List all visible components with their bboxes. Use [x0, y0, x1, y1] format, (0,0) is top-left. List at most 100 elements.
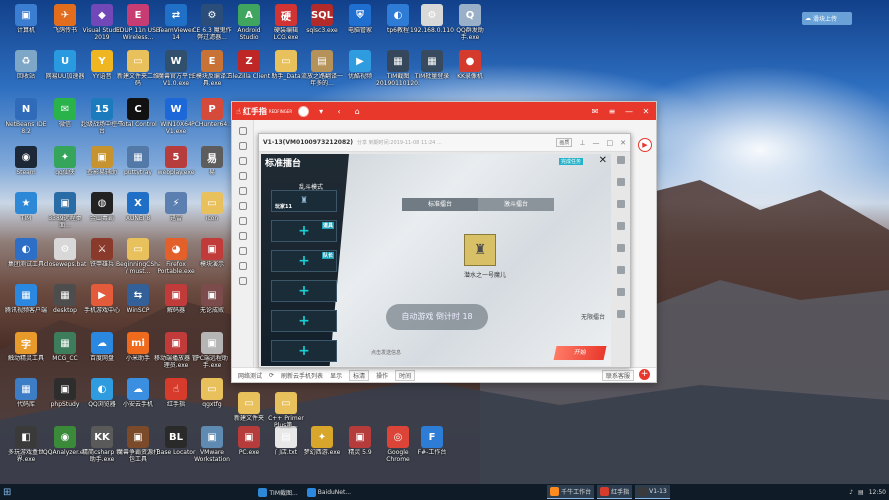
start-icon[interactable]: ⊞	[3, 487, 11, 498]
plus-icon: +	[298, 343, 310, 359]
signal-icon[interactable]	[617, 156, 625, 164]
taskbar-item[interactable]: BaiduNet...	[304, 485, 354, 499]
home-icon[interactable]: ⌂	[351, 107, 363, 116]
taskbar-item[interactable]: 千牛工作台	[547, 485, 595, 499]
chevron-down-icon[interactable]: ▾	[315, 107, 327, 116]
taskbar-item[interactable]: TIM截图...	[255, 485, 300, 499]
settings-icon[interactable]	[238, 247, 247, 255]
upload-icon[interactable]	[238, 217, 247, 225]
desktop-icon[interactable]: F F#-工作台	[410, 426, 454, 466]
gear-icon[interactable]	[238, 157, 247, 165]
taskbar-item[interactable]: V1-13	[635, 485, 670, 499]
team-slot-5[interactable]: +	[271, 310, 337, 332]
timer-value[interactable]: 时间	[395, 369, 416, 381]
desktop-icon[interactable]: 易易	[190, 146, 234, 186]
minimize-icon[interactable]: —	[623, 107, 635, 116]
cart-icon[interactable]	[238, 202, 247, 210]
desktop-icon[interactable]: P PCHunter64...	[190, 98, 234, 138]
hongshouzhi-icon: ☝	[165, 378, 187, 400]
qq-upload-card[interactable]: ☁ 滑块上传	[802, 12, 852, 25]
minimize-icon[interactable]: —	[593, 139, 600, 147]
app-icon	[550, 487, 560, 496]
helper-icon: ▣	[91, 146, 113, 168]
desktop-icon[interactable]: ▭ icon	[190, 192, 234, 232]
game-screen[interactable]: 标准擂台 乱斗模式 玩家11 ♜ 道具 + 队长 + + + + 完成任务 ✕ …	[261, 154, 611, 366]
home-icon[interactable]	[617, 288, 625, 296]
desktop-icon[interactable]: ▣ 无论成败	[190, 284, 234, 324]
phone-controls: 画质 ⊥ — □ ✕	[556, 138, 626, 147]
desktop-icon[interactable]: N NetBeans IDE 8.2	[4, 98, 48, 138]
desktop-icon[interactable]: ★ TIM	[4, 192, 48, 232]
menu-icon[interactable]: ≡	[606, 107, 618, 116]
team-slot-2[interactable]: 道具 +	[271, 220, 337, 242]
desktop-icon[interactable]: ▣ 模块演示	[190, 238, 234, 278]
volume-down-icon[interactable]	[617, 200, 625, 208]
refresh-icon[interactable]: ⟳	[269, 372, 274, 379]
plus-icon: +	[298, 223, 310, 239]
back-icon[interactable]	[617, 266, 625, 274]
user-avatar[interactable]	[298, 105, 310, 117]
rotate-icon[interactable]	[617, 244, 625, 252]
clock[interactable]: 12:50	[869, 489, 886, 496]
quality-toggle[interactable]: 画质	[556, 138, 573, 147]
screenshot-icon[interactable]	[617, 222, 625, 230]
taskbar-item-label: 千牛工作台	[561, 489, 592, 496]
task-badge[interactable]: 完成任务	[558, 158, 583, 165]
close-icon[interactable]: ✕	[640, 107, 652, 116]
desktop-icon[interactable]: ◐ 集团测试工具	[4, 238, 48, 278]
desktop-icon[interactable]: ▣ 计算机	[4, 4, 48, 44]
list-icon[interactable]	[238, 142, 247, 150]
unlimited-arena[interactable]: 无限擂台	[581, 312, 605, 321]
slot-tag: 道具	[321, 222, 334, 229]
desktop-icon[interactable]: ▦ 代码库	[4, 378, 48, 418]
refresh-list[interactable]: 刷新云手机列表	[281, 371, 323, 380]
team-slot-4[interactable]: +	[271, 280, 337, 302]
help-icon[interactable]	[238, 262, 247, 270]
desktop-icon[interactable]: 字触动精灵工具	[4, 332, 48, 372]
tab-melee-arena[interactable]: 激斗擂台	[478, 198, 554, 211]
close-icon[interactable]: ✕	[620, 139, 626, 147]
play-icon[interactable]: ▶	[638, 138, 652, 152]
display-mode[interactable]: 标清	[349, 369, 370, 381]
team-slot-1[interactable]: 玩家11 ♜	[271, 190, 337, 212]
auto-game-countdown[interactable]: 自动游戏 倒计时 18	[386, 304, 488, 330]
team-slot-6[interactable]: +	[271, 340, 337, 362]
desktop-icon[interactable]: ◧ 多玩游戏盒世界.exe	[4, 426, 48, 466]
send-message[interactable]: 点击发送信息	[371, 349, 401, 356]
start-button[interactable]: 开始	[553, 346, 607, 360]
taskbar-item[interactable]: 红手指	[597, 485, 633, 499]
maximize-icon[interactable]: □	[607, 139, 614, 147]
phone-icon[interactable]	[238, 127, 247, 135]
desktop-icon[interactable]: Q QQ群发助手.exe	[448, 4, 492, 44]
star-icon[interactable]	[238, 232, 247, 240]
contact-support[interactable]: 联系客服	[601, 369, 634, 381]
desktop-icon[interactable]: ● KK录像机	[448, 50, 492, 90]
tab-standard-arena[interactable]: 标准擂台	[402, 198, 478, 211]
gift-icon[interactable]: ✉	[589, 107, 601, 116]
team-slot-3[interactable]: 队长 +	[271, 250, 337, 272]
pin-icon[interactable]: ⊥	[579, 139, 585, 147]
file-icon[interactable]	[238, 187, 247, 195]
group-icon[interactable]	[238, 172, 247, 180]
desktop-icon-label: F#-工作台	[417, 449, 447, 456]
info-icon[interactable]	[238, 277, 247, 285]
desktop-icon-label: 易	[208, 169, 215, 176]
menu-icon[interactable]	[617, 310, 625, 318]
desktop-icon[interactable]: ▣ PC端远程助手.exe	[190, 332, 234, 372]
back-icon[interactable]: ‹	[333, 107, 345, 116]
desktop-icon[interactable]: ♻ 回收站	[4, 50, 48, 90]
app-name: 红手指	[242, 106, 267, 116]
total-control-icon: C	[127, 98, 149, 120]
player-avatar[interactable]: ♜	[464, 234, 496, 266]
close-icon[interactable]: ✕	[599, 155, 607, 166]
network-icon[interactable]: ▤	[858, 489, 864, 496]
desktop-icon[interactable]: ▦ 腾讯视频客户端	[4, 284, 48, 324]
volume-up-icon[interactable]	[617, 178, 625, 186]
browser-icon: ◐	[387, 4, 409, 26]
volume-icon[interactable]: ♪	[849, 489, 853, 496]
desktop-icon[interactable]: ◉ Steam	[4, 146, 48, 186]
game-box-icon: ◧	[15, 426, 37, 448]
network-test[interactable]: 网络测试	[238, 371, 262, 380]
desktop-icon[interactable]: ▭ 新建文件夹	[227, 392, 271, 432]
add-button[interactable]: +	[639, 369, 650, 380]
